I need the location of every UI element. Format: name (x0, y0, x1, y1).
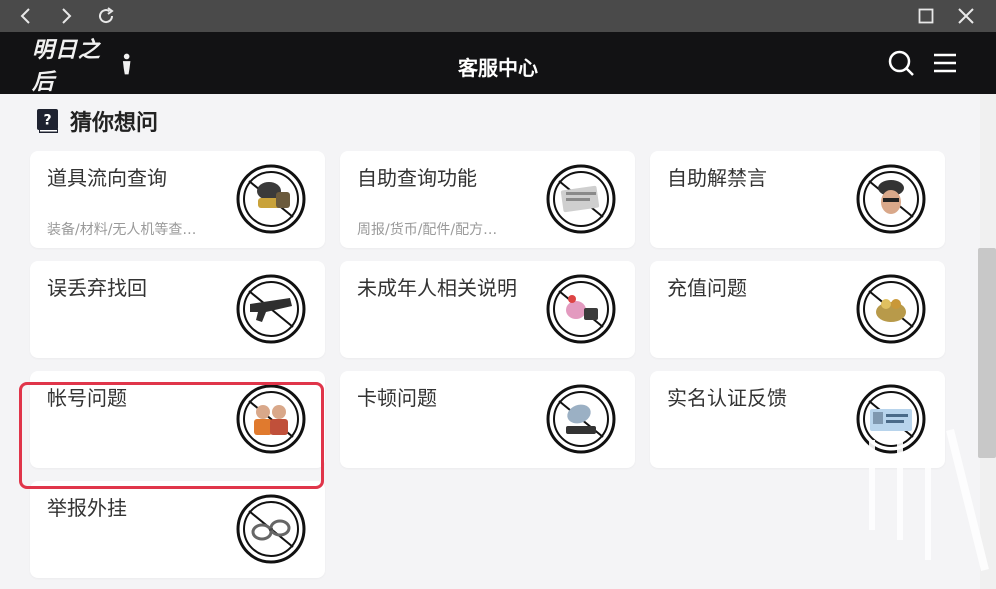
card-title: 实名认证反馈 (667, 386, 787, 410)
card-subtitle: 周报/货币/配件/配方… (357, 222, 498, 238)
documents-icon (546, 164, 616, 234)
window-titlebar (0, 0, 996, 32)
card-title: 误丢弃找回 (47, 276, 147, 300)
card-title: 举报外挂 (47, 496, 127, 520)
main-content: ? 猜你想问 道具流向查询 装备/材料/无人机等查… 自助查询功能 周报/货币/… (0, 94, 980, 589)
faq-card-discard-recovery[interactable]: 误丢弃找回 (30, 261, 325, 358)
faq-card-item-tracking[interactable]: 道具流向查询 装备/材料/无人机等查… (30, 151, 325, 248)
faq-card-realname[interactable]: 实名认证反馈 (650, 371, 945, 468)
toy-gift-icon (546, 274, 616, 344)
faq-card-report-cheat[interactable]: 举报外挂 (30, 481, 325, 578)
card-title: 道具流向查询 (47, 166, 167, 190)
satellite-dish-icon (546, 384, 616, 454)
faq-card-lag[interactable]: 卡顿问题 (340, 371, 635, 468)
card-title: 充值问题 (667, 276, 747, 300)
characters-icon (236, 384, 306, 454)
reload-icon[interactable] (86, 0, 126, 32)
faq-card-recharge[interactable]: 充值问题 (650, 261, 945, 358)
faq-card-self-unmute[interactable]: 自助解禁言 (650, 151, 945, 248)
scrollbar-thumb[interactable] (978, 248, 996, 458)
helmet-gear-icon (236, 164, 306, 234)
question-book-icon: ? (37, 109, 58, 133)
handcuffs-icon (236, 494, 306, 564)
menu-icon[interactable] (930, 48, 960, 78)
card-title: 帐号问题 (47, 386, 127, 410)
card-title: 自助解禁言 (667, 166, 767, 190)
section-title: ? 猜你想问 (36, 106, 158, 136)
masked-face-icon (856, 164, 926, 234)
maximize-icon[interactable] (906, 0, 946, 32)
close-icon[interactable] (946, 0, 986, 32)
faq-card-self-query[interactable]: 自助查询功能 周报/货币/配件/配方… (340, 151, 635, 248)
site-header: 明日之后 客服中心 (0, 32, 996, 95)
faq-card-minor-info[interactable]: 未成年人相关说明 (340, 261, 635, 358)
page-title: 客服中心 (458, 56, 538, 80)
svg-text:?: ? (43, 113, 51, 129)
gun-icon (236, 274, 306, 344)
card-title: 卡顿问题 (357, 386, 437, 410)
chevron-left-icon[interactable] (6, 0, 46, 32)
section-title-text: 猜你想问 (70, 111, 159, 136)
card-subtitle: 装备/材料/无人机等查… (47, 222, 197, 238)
card-title: 自助查询功能 (357, 166, 477, 190)
faq-card-account[interactable]: 帐号问题 (30, 371, 325, 468)
search-icon[interactable] (886, 48, 916, 78)
card-title: 未成年人相关说明 (357, 276, 517, 300)
id-card-icon (856, 384, 926, 454)
treasure-icon (856, 274, 926, 344)
chevron-right-icon[interactable] (46, 0, 86, 32)
